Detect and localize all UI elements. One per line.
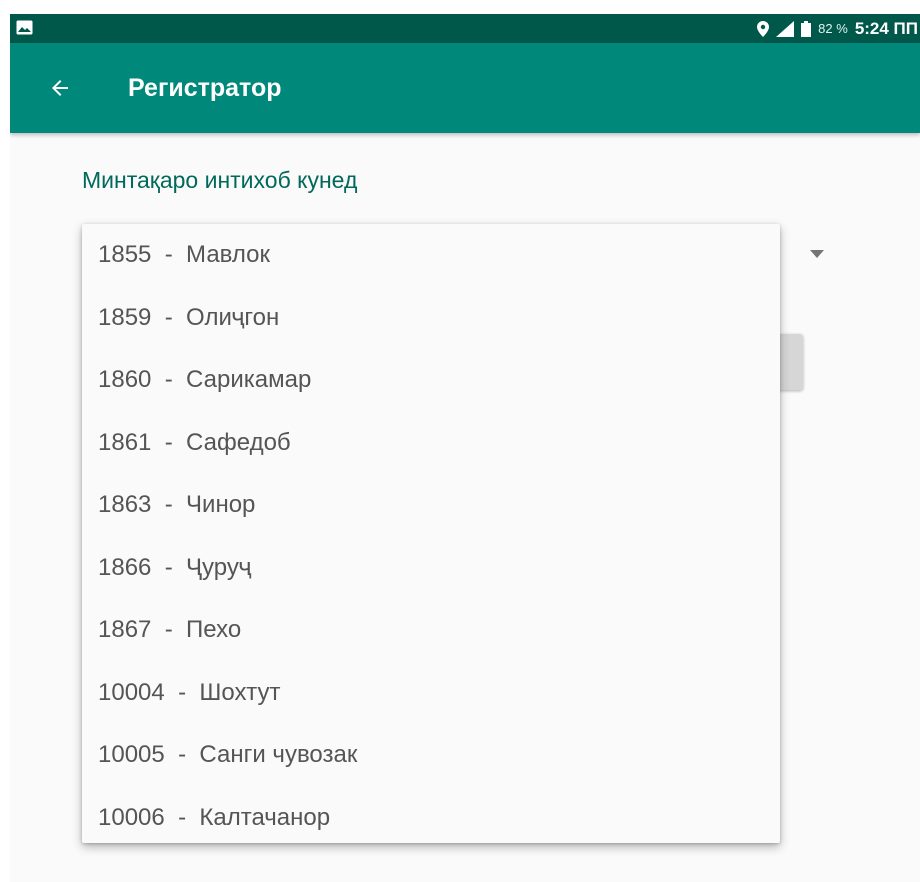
battery-icon	[801, 20, 812, 37]
signal-icon	[776, 20, 795, 37]
dropdown-item[interactable]: 1861 - Сафедоб	[82, 412, 780, 475]
dropdown-item[interactable]: 1863 - Чинор	[82, 474, 780, 537]
clock: 5:24 ПП	[854, 18, 918, 38]
dropdown-item[interactable]: 1855 - Мавлок	[82, 224, 780, 287]
image-icon	[16, 20, 33, 35]
arrow-left-icon[interactable]	[48, 76, 72, 100]
dropdown-item[interactable]: 1859 - Олиҷгон	[82, 287, 780, 350]
chevron-down-icon[interactable]	[810, 250, 824, 258]
dropdown-item[interactable]: 10005 - Санги чувозак	[82, 724, 780, 787]
dropdown-item[interactable]: 1866 - Ҷуруҷ	[82, 537, 780, 600]
location-icon	[757, 20, 770, 37]
battery-percent: 82 %	[818, 21, 848, 36]
region-dropdown-list: 1855 - Мавлок 1859 - Олиҷгон 1860 - Сари…	[82, 224, 780, 843]
device-screen: 82 % 5:24 ПП Регистратор Минтақаро интих…	[10, 14, 920, 882]
status-bar: 82 % 5:24 ПП	[10, 14, 920, 43]
dropdown-item[interactable]: 10006 - Калтачанор	[82, 787, 780, 844]
status-icons: 82 % 5:24 ПП	[757, 14, 920, 43]
dropdown-item[interactable]: 10004 - Шохтут	[82, 662, 780, 725]
region-prompt-label: Минтақаро интихоб кунед	[82, 167, 358, 193]
dropdown-item[interactable]: 1867 - Пехо	[82, 599, 780, 662]
dropdown-item[interactable]: 1860 - Сарикамар	[82, 349, 780, 412]
app-bar: Регистратор	[10, 43, 920, 133]
page-title: Регистратор	[128, 74, 282, 102]
